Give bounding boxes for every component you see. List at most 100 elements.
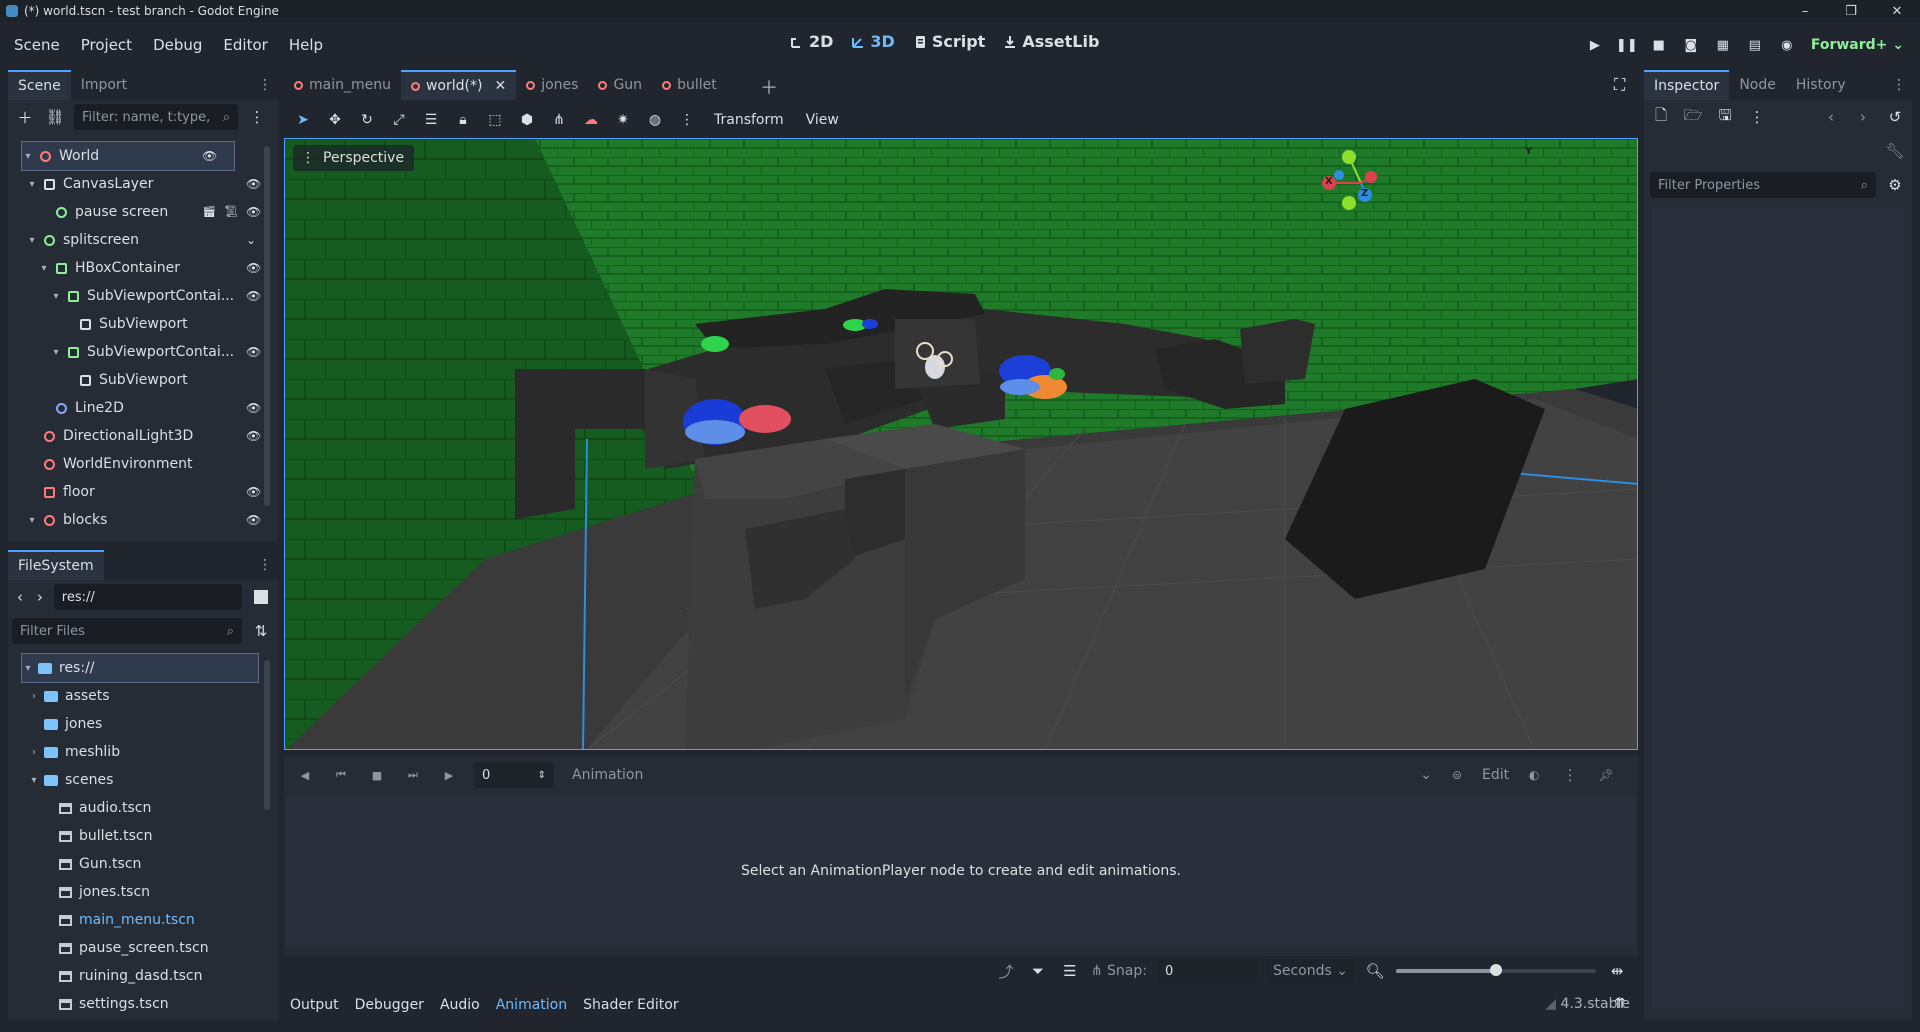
filter-tracks-button[interactable]: ⏷ [1027, 960, 1049, 982]
maximize-button[interactable]: ❐ [1828, 0, 1874, 22]
file-item-audio-tscn[interactable]: audio.tscn [8, 794, 278, 822]
expand-arrow-icon[interactable]: ▾ [26, 179, 38, 190]
bottom-tab-animation[interactable]: Animation [490, 997, 573, 1013]
scene-tab-bullet[interactable]: bullet [652, 70, 727, 100]
play-backwards-from-end-button[interactable]: ⏮ [330, 764, 352, 786]
filesystem-path-input[interactable]: res:// [53, 584, 243, 610]
forward-button[interactable]: › [34, 586, 46, 608]
open-scene-icon[interactable]: 🎬︎ [202, 205, 216, 219]
file-item-gun-tscn[interactable]: Gun.tscn [8, 850, 278, 878]
file-item-bullet-tscn[interactable]: bullet.tscn [8, 822, 278, 850]
viewport-options-button[interactable]: ⋮ [676, 109, 698, 131]
visibility-eye-icon[interactable]: 👁︎ [246, 345, 261, 359]
environment-toggle-button[interactable]: ◍ [644, 109, 666, 131]
expand-arrow-icon[interactable]: › [28, 691, 40, 702]
menu-editor[interactable]: Editor [216, 36, 274, 54]
play-backwards-button[interactable]: ◀ [294, 764, 316, 786]
scene-node-worldenvironment[interactable]: WorldEnvironment [8, 450, 278, 478]
add-node-button[interactable]: ＋ [14, 106, 36, 128]
expand-bottom-panel-icon[interactable]: ⇈ [1614, 996, 1626, 1012]
visibility-eye-icon[interactable]: 👁︎ [246, 429, 261, 443]
onion-skin-button[interactable]: ◐ [1523, 764, 1545, 786]
filesystem-filter-input[interactable]: Filter Files ⌕ [12, 618, 242, 644]
play-project-button[interactable]: ▶ [1579, 32, 1611, 58]
tab-scene[interactable]: Scene [8, 70, 71, 100]
menu-scene[interactable]: Scene [7, 36, 67, 54]
node-info-button[interactable]: 🔧︎ [1884, 140, 1906, 162]
timeline-zoom-slider[interactable] [1396, 964, 1596, 976]
expand-arrow-icon[interactable]: ▾ [28, 775, 40, 786]
expand-arrow-icon[interactable]: ▾ [50, 291, 62, 302]
scene-node-subviewportcontai[interactable]: ▾ SubViewportContai... 👁︎ [8, 338, 278, 366]
timeline-zoom-handle[interactable] [1490, 964, 1502, 976]
file-item-pause-screen-tscn[interactable]: pause_screen.tscn [8, 934, 278, 962]
visibility-eye-icon[interactable]: 👁︎ [246, 289, 261, 303]
group-button[interactable]: ⬚ [484, 109, 506, 131]
file-item-meshlib[interactable]: › meshlib [8, 738, 278, 766]
scene-node-subviewportcontai[interactable]: ▾ SubViewportContai... 👁︎ [8, 282, 278, 310]
scene-node-subviewport[interactable]: SubViewport [8, 310, 278, 338]
visibility-eye-icon[interactable]: 👁︎ [246, 261, 261, 275]
snap-toggle[interactable]: ⋔ Snap: [1091, 963, 1147, 979]
expand-arrow-icon[interactable]: ▾ [50, 347, 62, 358]
expand-arrow-icon[interactable]: ▾ [22, 151, 34, 162]
pin-button[interactable]: 📌︎ [1595, 764, 1617, 786]
expand-arrow-icon[interactable]: › [28, 747, 40, 758]
perspective-menu-button[interactable]: ⋮ Perspective [293, 145, 415, 171]
workspace-assetlib-button[interactable]: AssetLib [1003, 32, 1099, 51]
scene-dock-menu-icon[interactable]: ⋮ [258, 77, 272, 93]
move-mode-button[interactable]: ✥ [324, 109, 346, 131]
expand-arrow-icon[interactable]: ▾ [26, 515, 38, 526]
scene-tab-main-menu[interactable]: main_menu [284, 70, 401, 100]
tab-filesystem[interactable]: FileSystem [8, 550, 104, 580]
animation-options-button[interactable]: ⋮ [1559, 764, 1581, 786]
close-tab-icon[interactable]: ✕ [494, 78, 506, 94]
add-scene-tab-button[interactable]: ＋ [760, 74, 778, 100]
scene-node-floor[interactable]: floor 👁︎ [8, 478, 278, 506]
scene-node-pause-screen[interactable]: pause screen 👁︎ 🎬︎ 📜︎ [8, 198, 278, 226]
snap-button[interactable]: ⋔ [548, 109, 570, 131]
list-select-button[interactable]: ☰ [420, 109, 442, 131]
bottom-tab-shader-editor[interactable]: Shader Editor [577, 997, 684, 1013]
play-scene-button[interactable]: ▦ [1707, 32, 1739, 58]
file-item-settings-tscn[interactable]: settings.tscn [8, 990, 278, 1018]
scene-tab-jones[interactable]: jones [516, 70, 588, 100]
bezier-toggle-button[interactable]: ⤴ [995, 960, 1017, 982]
file-item-res[interactable]: ▾ res:// [21, 653, 259, 683]
fit-timeline-button[interactable]: ⇹ [1606, 960, 1628, 982]
pause-button[interactable]: ❚❚ [1611, 32, 1643, 58]
scene-node-directionallight3d[interactable]: DirectionalLight3D 👁︎ [8, 422, 278, 450]
inspector-extra-button[interactable]: ⋮ [1746, 106, 1768, 128]
minimize-button[interactable]: – [1782, 0, 1828, 22]
scene-node-splitscreen[interactable]: ▾ splitscreen ⌄ [8, 226, 278, 254]
workspace-2d-button[interactable]: 2D [790, 32, 833, 51]
visibility-eye-icon[interactable]: 👁︎ [246, 513, 261, 527]
expand-arrow-icon[interactable]: ▾ [22, 663, 34, 674]
select-mode-button[interactable]: ➤ [292, 109, 314, 131]
scene-tree-scrollbar[interactable] [264, 146, 270, 506]
scene-filter-input[interactable]: Filter: name, t:type, ⌕ [74, 104, 238, 130]
scene-tree-options-button[interactable]: ⋮ [246, 106, 268, 128]
snap-value-input[interactable]: 0 [1156, 958, 1257, 984]
menu-project[interactable]: Project [74, 36, 139, 54]
autoplay-button[interactable]: ⊜ [1446, 764, 1468, 786]
filesystem-dock-menu-icon[interactable]: ⋮ [258, 557, 272, 573]
bottom-tab-audio[interactable]: Audio [434, 997, 486, 1013]
history-forward-button[interactable]: › [1852, 106, 1874, 128]
history-back-button[interactable]: ‹ [1820, 106, 1842, 128]
inspector-filter-input[interactable]: Filter Properties ⌕ [1650, 172, 1876, 198]
stop-animation-button[interactable]: ■ [366, 764, 388, 786]
save-resource-button[interactable]: 🖫︎ [1714, 106, 1736, 128]
scene-node-canvaslayer[interactable]: ▾ CanvasLayer 👁︎ [8, 170, 278, 198]
play-animation-button[interactable]: ▶ [438, 764, 460, 786]
bottom-tab-output[interactable]: Output [284, 997, 345, 1013]
close-window-button[interactable]: ✕ [1874, 0, 1920, 22]
tab-import[interactable]: Import [71, 70, 137, 100]
file-item-scenes[interactable]: ▾ scenes [8, 766, 278, 794]
scene-tab-gun[interactable]: Gun [588, 70, 652, 100]
file-item-assets[interactable]: › assets [8, 682, 278, 710]
instantiate-scene-button[interactable]: ⛓ [44, 106, 66, 128]
transform-menu[interactable]: Transform [708, 112, 790, 128]
stop-button[interactable]: ■ [1643, 32, 1675, 58]
snap-units-select[interactable]: Seconds ⌄ [1266, 959, 1354, 983]
